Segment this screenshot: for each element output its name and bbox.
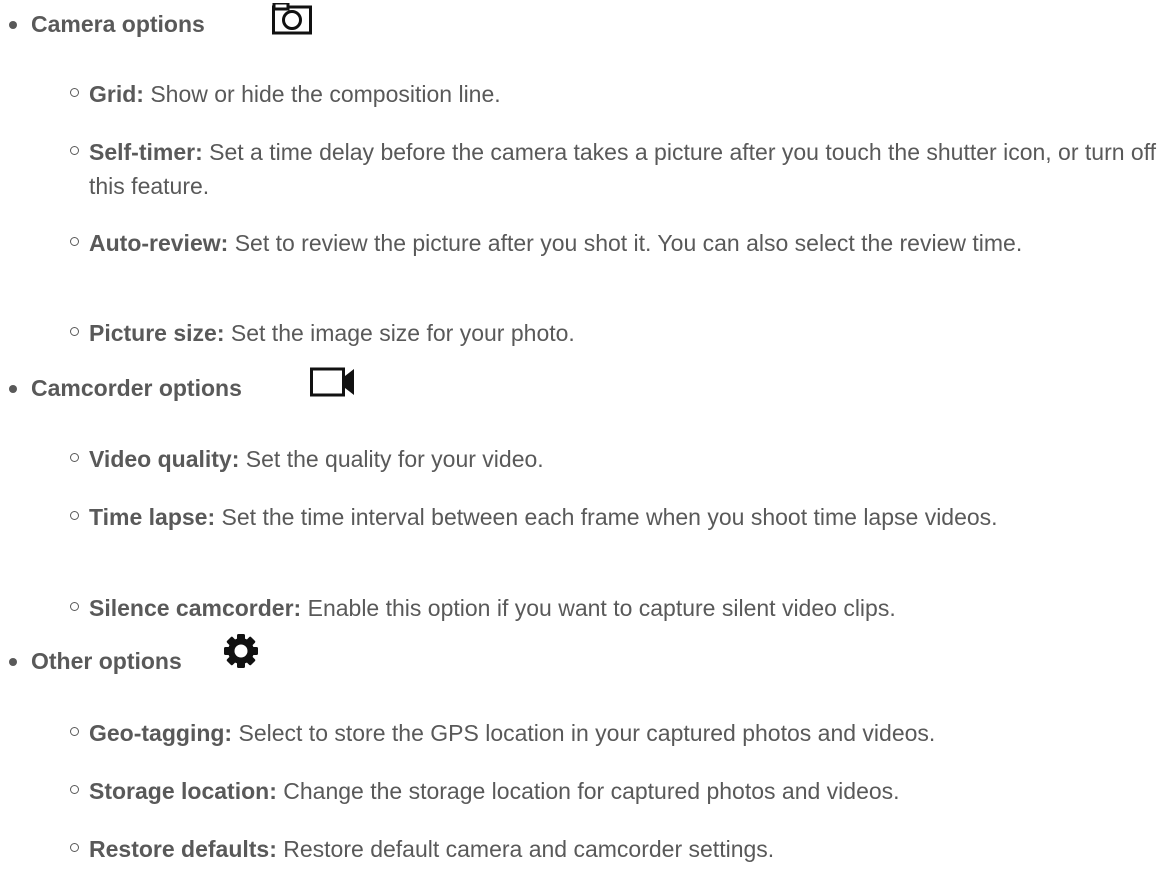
option-description: Change the storage location for captured… xyxy=(283,778,900,804)
option-term: Geo-tagging: xyxy=(89,720,233,746)
option-description: Select to store the GPS location in your… xyxy=(238,720,936,746)
option-description: Set the quality for your video. xyxy=(245,446,544,472)
section-title: Camcorder options xyxy=(31,375,242,401)
item-bullet xyxy=(70,785,79,794)
item-bullet xyxy=(70,88,79,97)
option-term: Silence camcorder: xyxy=(89,595,302,621)
item-bullet xyxy=(70,727,79,736)
option-term: Video quality: xyxy=(89,446,240,472)
item-bullet xyxy=(70,511,79,520)
option-term: Restore defaults: xyxy=(89,836,277,862)
option-term: Time lapse: xyxy=(89,504,216,530)
section-title: Other options xyxy=(31,648,182,674)
option-term: Self-timer: xyxy=(89,139,203,165)
item-bullet xyxy=(70,453,79,462)
camcorder-options-icon xyxy=(310,367,354,397)
option-description: Set the image size for your photo. xyxy=(230,320,575,346)
item-bullet xyxy=(70,237,79,246)
option-term: Picture size: xyxy=(89,320,225,346)
camera-options-icon xyxy=(272,3,312,35)
option-description: Set a time delay before the camera takes… xyxy=(89,139,1157,199)
option-description: Enable this option if you want to captur… xyxy=(307,595,896,621)
section-bullet xyxy=(9,658,17,666)
option-description: Set the time interval between each frame… xyxy=(221,504,998,530)
option-description: Set to review the picture after you shot… xyxy=(234,230,1023,256)
option-term: Auto-review: xyxy=(89,230,229,256)
option-term: Storage location: xyxy=(89,778,277,804)
option-description: Show or hide the composition line. xyxy=(150,81,501,107)
section-title: Camera options xyxy=(31,11,205,37)
item-bullet xyxy=(70,327,79,336)
item-bullet xyxy=(70,843,79,852)
item-bullet xyxy=(70,602,79,611)
gear-icon xyxy=(224,634,258,668)
option-description: Restore default camera and camcorder set… xyxy=(283,836,775,862)
section-bullet xyxy=(9,385,17,393)
section-bullet xyxy=(9,21,17,29)
option-term: Grid: xyxy=(89,81,144,107)
item-bullet xyxy=(70,146,79,155)
